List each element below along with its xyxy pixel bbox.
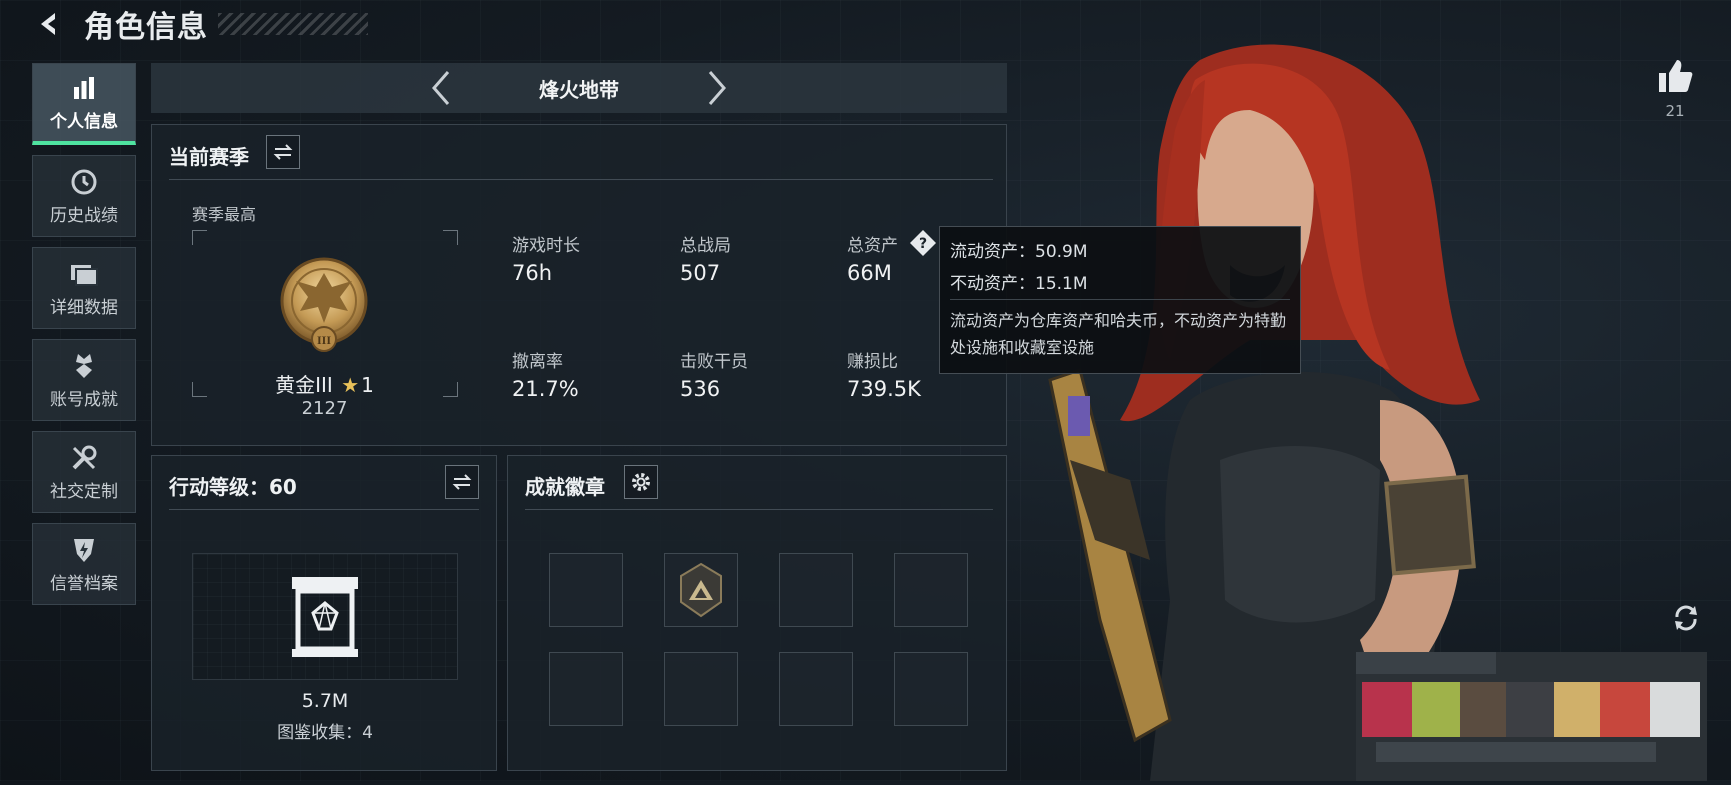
svg-text:III: III xyxy=(317,333,331,347)
stat-label: 游戏时长 xyxy=(512,236,580,256)
help-icon[interactable]: ? xyxy=(908,228,938,262)
rank-stars: 1 xyxy=(361,373,374,397)
rank-score: 2127 xyxy=(301,398,348,419)
stat-value: 536 xyxy=(680,377,721,401)
stat-value: 739.5K xyxy=(847,377,921,401)
season-title: 当前赛季 xyxy=(169,145,249,169)
swap-level-button[interactable] xyxy=(445,465,479,499)
sidebar-item-personal-info[interactable]: 个人信息 xyxy=(32,63,136,145)
badge-slot[interactable] xyxy=(779,652,853,726)
header-decoration xyxy=(218,13,368,35)
stat-value: 507 xyxy=(680,261,721,285)
folder-icon xyxy=(69,259,99,289)
tooltip-description: 流动资产为仓库资产和哈夫币，不动资产为特勤处设施和收藏室设施 xyxy=(950,311,1287,357)
shield-lightning-icon xyxy=(71,535,97,565)
collection-count: 图鉴收集：4 xyxy=(277,723,373,743)
season-panel: 当前赛季 赛季最高 III 黄金III ★ 1 2127 游戏时长 76h 总战局… xyxy=(151,124,1007,446)
collection-value: 5.7M xyxy=(301,690,349,712)
sidebar-item-label: 信誉档案 xyxy=(50,573,118,594)
badge-slot[interactable] xyxy=(664,652,738,726)
badges-title: 成就徽章 xyxy=(525,475,605,499)
stat-label: 撤离率 xyxy=(512,352,563,372)
page-header: 角色信息 xyxy=(32,4,368,45)
sidebar-item-credit[interactable]: 信誉档案 xyxy=(32,523,136,605)
asset-tooltip: 流动资产：50.9M 不动资产：15.1M 流动资产为仓库资产和哈夫币，不动资产… xyxy=(939,226,1301,374)
sidebar-item-detail-data[interactable]: 详细数据 xyxy=(32,247,136,329)
sidebar-item-label: 历史战绩 xyxy=(50,205,118,226)
sidebar-item-label: 个人信息 xyxy=(50,112,118,132)
achievement-badge-icon xyxy=(680,562,722,618)
action-level-panel: 行动等级：60 5.7M 图鉴收集：4 xyxy=(151,455,497,771)
divider xyxy=(525,509,993,510)
star-icon: ★ xyxy=(341,373,360,397)
censored-area xyxy=(1356,652,1707,781)
back-arrow-icon[interactable] xyxy=(32,7,66,41)
badge-slot[interactable] xyxy=(664,553,738,627)
divider xyxy=(950,299,1290,300)
rank-name-row: 黄金III ★ 1 xyxy=(192,369,457,398)
season-best-label: 赛季最高 xyxy=(192,205,257,224)
mode-selector: 烽火地带 xyxy=(151,63,1007,113)
chevron-left-icon[interactable] xyxy=(423,70,459,106)
medal-icon xyxy=(70,351,98,381)
badge-settings-button[interactable] xyxy=(624,465,658,499)
stat-value: 66M xyxy=(847,261,892,285)
badge-slot[interactable] xyxy=(894,553,968,627)
stat-value: 21.7% xyxy=(512,377,579,401)
stat-label: 总资产 xyxy=(847,236,898,256)
divider xyxy=(169,509,479,510)
swap-season-button[interactable] xyxy=(266,135,300,169)
swap-icon xyxy=(273,144,293,160)
clock-icon xyxy=(70,167,98,197)
like-count: 21 xyxy=(1665,102,1685,120)
wrench-icon xyxy=(70,443,98,473)
fixed-assets-text: 不动资产：15.1M xyxy=(950,274,1088,294)
stat-label: 击败干员 xyxy=(680,352,748,372)
chevron-right-icon[interactable] xyxy=(699,70,735,106)
svg-text:?: ? xyxy=(919,236,927,252)
sidebar-item-label: 详细数据 xyxy=(50,297,118,318)
sidebar-item-social[interactable]: 社交定制 xyxy=(32,431,136,513)
page-title: 角色信息 xyxy=(84,10,208,45)
divider xyxy=(169,179,993,180)
achievement-badges-panel: 成就徽章 xyxy=(507,455,1007,771)
sidebar: 个人信息 历史战绩 详细数据 账号成就 社交定制 信誉档案 xyxy=(32,63,138,615)
sidebar-item-label: 社交定制 xyxy=(50,481,118,502)
stat-label: 总战局 xyxy=(680,236,731,256)
badge-slot[interactable] xyxy=(549,652,623,726)
badge-slot[interactable] xyxy=(779,553,853,627)
swap-icon xyxy=(452,474,472,490)
gold-rank-emblem-icon: III xyxy=(274,251,374,361)
like-group: 21 xyxy=(1652,56,1698,120)
stat-value: 76h xyxy=(512,261,553,285)
badge-slot[interactable] xyxy=(894,652,968,726)
gear-icon xyxy=(632,473,650,491)
badge-slot[interactable] xyxy=(549,553,623,627)
sidebar-item-achievements[interactable]: 账号成就 xyxy=(32,339,136,421)
rotate-model-icon[interactable] xyxy=(1666,598,1706,638)
collection-case-icon xyxy=(290,575,360,663)
sidebar-item-label: 账号成就 xyxy=(50,389,118,410)
thumbs-up-icon[interactable] xyxy=(1652,56,1698,100)
liquid-assets-text: 流动资产：50.9M xyxy=(950,242,1088,262)
mode-title: 烽火地带 xyxy=(539,77,619,102)
rank-name: 黄金III xyxy=(275,373,333,397)
sidebar-item-history[interactable]: 历史战绩 xyxy=(32,155,136,237)
action-level-title: 行动等级：60 xyxy=(169,475,297,499)
bar-chart-icon xyxy=(71,73,97,103)
stat-label: 赚损比 xyxy=(847,352,898,372)
